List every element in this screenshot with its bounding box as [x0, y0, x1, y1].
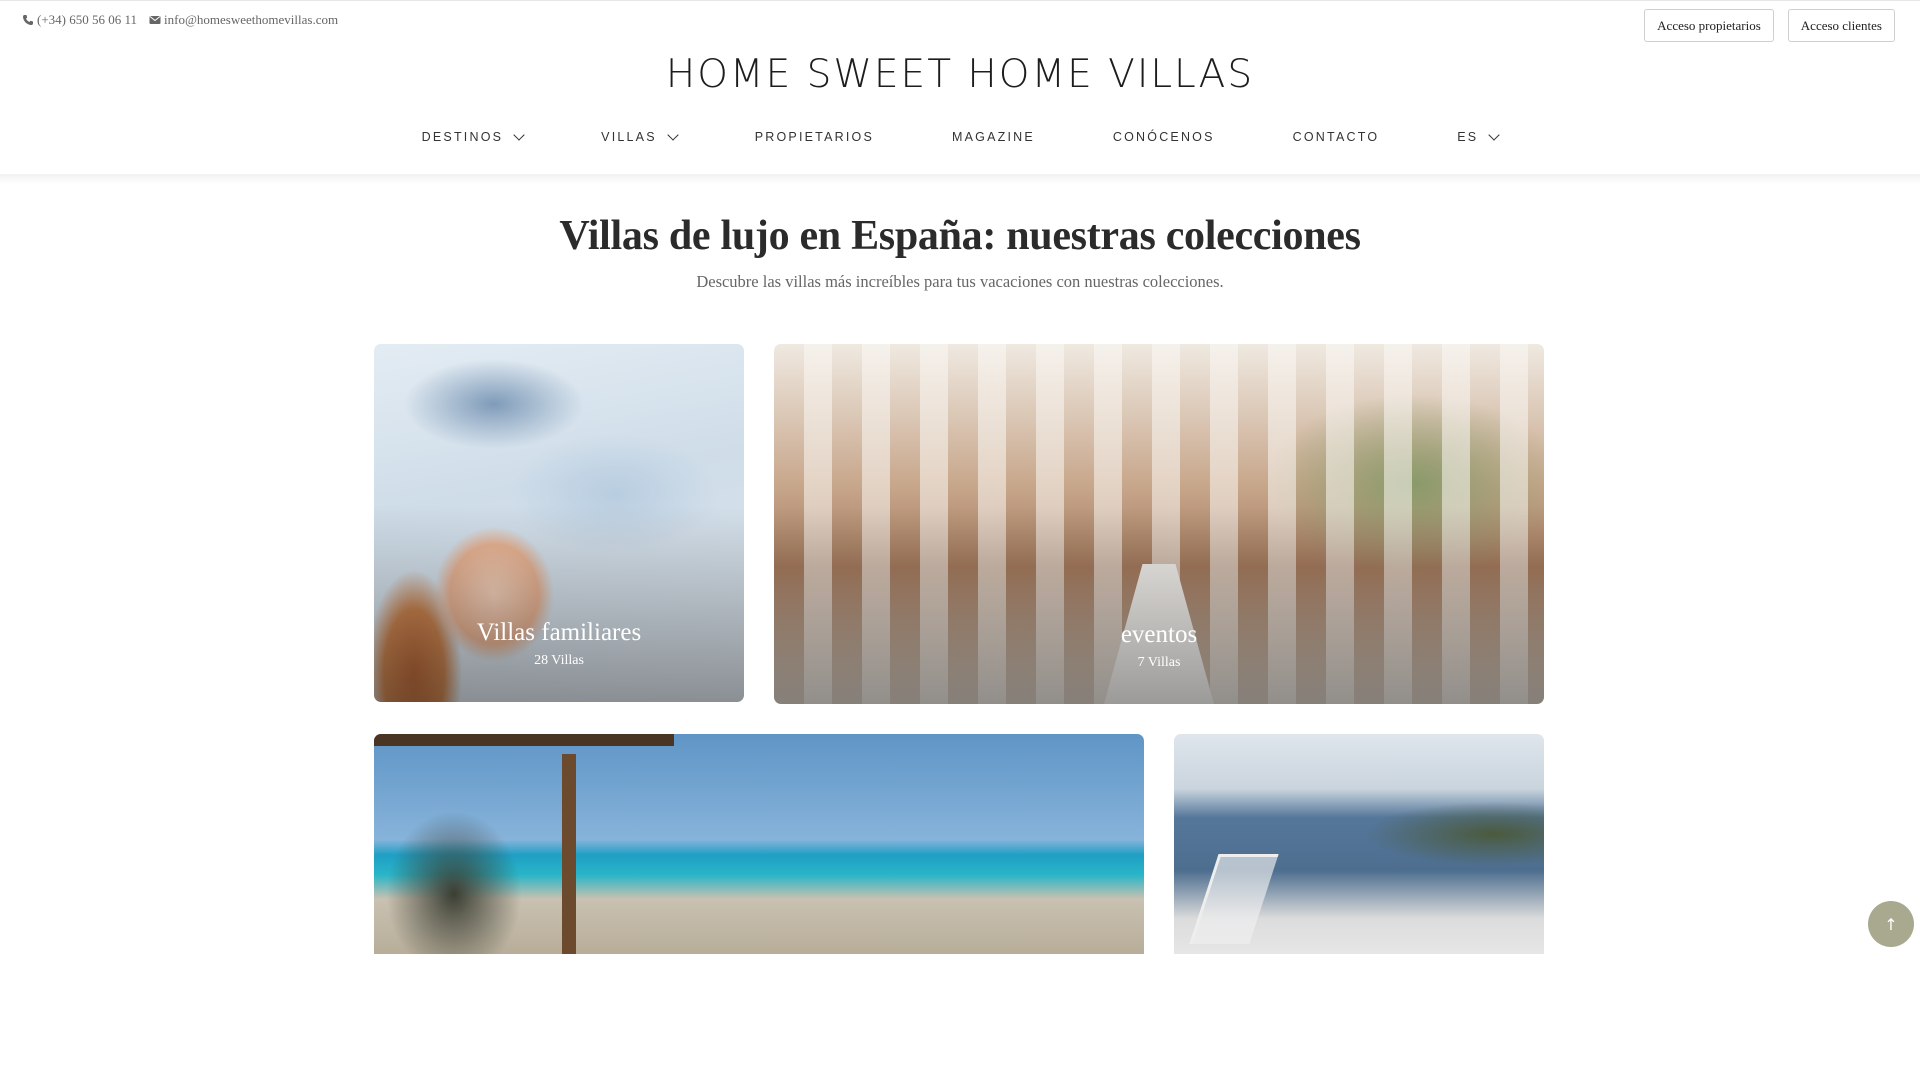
card-image-detail	[1189, 854, 1279, 944]
card-overlay	[774, 506, 1544, 704]
site-logo[interactable]: HOME SWEET HOME VILLAS	[0, 52, 1920, 98]
collection-card-sea-view[interactable]	[374, 734, 1144, 954]
collection-card-family[interactable]: Villas familiares 28 Villas	[374, 344, 744, 702]
phone-number: (+34) 650 56 06 11	[37, 12, 138, 27]
access-buttons: Acceso propietarios Acceso clientes	[1630, 9, 1895, 42]
nav-item-conocenos[interactable]: CONÓCENOS	[1113, 126, 1215, 148]
envelope-icon	[149, 16, 161, 24]
clients-access-button[interactable]: Acceso clientes	[1787, 9, 1895, 42]
arrow-up-icon: ↑	[1884, 914, 1898, 934]
top-bar: (+34) 650 56 06 11 info@homesweethomevil…	[0, 0, 1920, 48]
page-title: Villas de lujo en España: nuestras colec…	[559, 213, 1361, 259]
email-link[interactable]: info@homesweethomevillas.com	[149, 12, 338, 28]
phone-icon	[23, 15, 33, 25]
header-divider	[0, 174, 1920, 184]
nav-item-label: PROPIETARIOS	[754, 130, 874, 144]
chevron-down-icon	[513, 128, 525, 141]
nav-item-contacto[interactable]: CONTACTO	[1293, 126, 1380, 148]
nav-item-label: DESTINOS	[421, 130, 504, 144]
nav-item-label: CONÓCENOS	[1112, 130, 1215, 144]
nav-item-label: CONTACTO	[1292, 130, 1380, 144]
collection-count: 28 Villas	[534, 653, 584, 668]
collection-card-events[interactable]: eventos 7 Villas	[774, 344, 1544, 704]
nav-item-propietarios[interactable]: PROPIETARIOS	[755, 126, 874, 148]
chevron-down-icon	[1488, 128, 1500, 141]
owners-access-button[interactable]: Acceso propietarios	[1644, 9, 1774, 42]
card-image-detail	[374, 734, 674, 746]
email-address: info@homesweethomevillas.com	[164, 12, 339, 27]
collection-name: eventos	[1120, 621, 1198, 648]
card-image-detail	[562, 754, 576, 954]
collection-card-coast[interactable]	[1174, 734, 1544, 954]
card-caption: eventos 7 Villas	[774, 620, 1544, 671]
contact-info: (+34) 650 56 06 11 info@homesweethomevil…	[22, 12, 350, 28]
nav-item-magazine[interactable]: MAGAZINE	[952, 126, 1035, 148]
nav-item-villas[interactable]: VILLAS	[601, 126, 679, 148]
chevron-down-icon	[667, 128, 679, 141]
nav-item-destinos[interactable]: DESTINOS	[421, 126, 525, 148]
scroll-to-top-button[interactable]: ↑	[1868, 901, 1914, 947]
main-nav: DESTINOS VILLAS PROPIETARIOS MAGAZINE CO…	[0, 126, 1920, 148]
phone-link[interactable]: (+34) 650 56 06 11	[22, 12, 137, 28]
nav-item-label: ES	[1457, 130, 1479, 144]
nav-item-label: VILLAS	[601, 130, 657, 144]
collection-name: Villas familiares	[476, 619, 642, 646]
nav-item-language[interactable]: ES	[1457, 126, 1500, 148]
collection-count: 7 Villas	[1137, 655, 1181, 670]
card-caption: Villas familiares 28 Villas	[374, 618, 744, 669]
nav-item-label: MAGAZINE	[952, 130, 1035, 144]
card-overlay	[374, 505, 744, 702]
page-subtitle: Descubre las villas más increíbles para …	[696, 272, 1224, 291]
